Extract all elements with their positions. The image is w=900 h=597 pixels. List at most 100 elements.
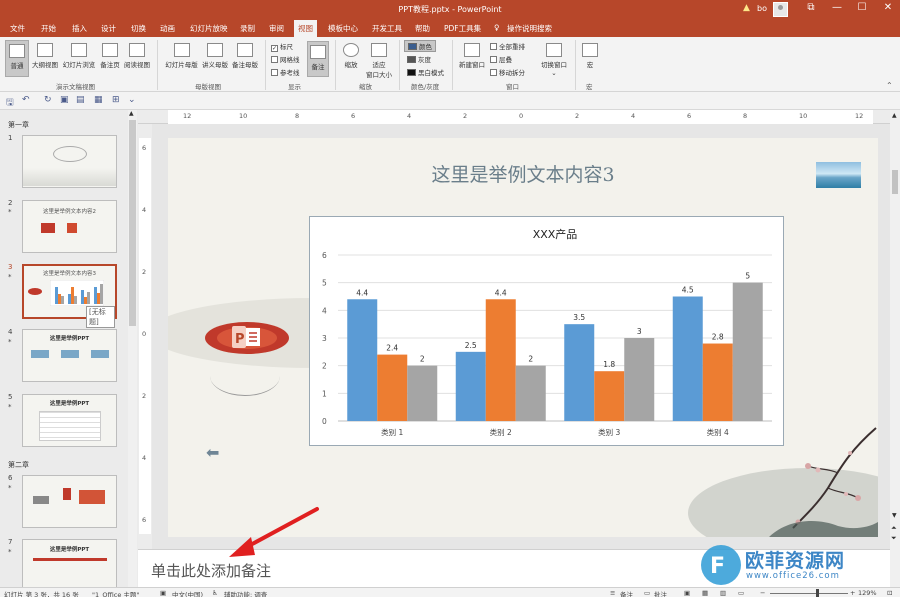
accessibility-status[interactable]: 辅助功能: 调查 xyxy=(224,589,267,597)
slide-thumbnail-5[interactable]: 这里是举例PPT xyxy=(22,394,117,447)
tab-insert[interactable]: 插入 xyxy=(72,23,87,34)
slide-editing-area[interactable]: 这里是举例文本内容3 P ⬅ XXX产品 0 1 2 3 4 5 6 4.4 2.4 2 类别 1 2.… xyxy=(152,124,890,549)
fit-slide-icon[interactable]: ⊡ xyxy=(887,589,892,597)
thumbnail-scroll-thumb[interactable] xyxy=(129,120,136,326)
horizontal-ruler[interactable]: 12 10 8 6 4 2 0 2 4 6 8 10 12 xyxy=(138,110,890,124)
zoom-slider-thumb[interactable] xyxy=(816,589,819,597)
tab-pdf-tools[interactable]: PDF工具集 xyxy=(444,23,481,34)
slide-sorter-button[interactable]: 幻灯片浏览 xyxy=(61,43,97,69)
slide-thumbnail-3[interactable]: 这里是举例文本内容3 [无标题] xyxy=(22,264,117,328)
customize-qat-icon[interactable]: ⌄ xyxy=(128,95,136,105)
notes-toggle-button[interactable]: 备注 xyxy=(307,41,329,77)
spellcheck-icon[interactable]: ▣ xyxy=(160,589,166,597)
reading-view-status-icon[interactable]: ▥ xyxy=(720,589,726,597)
move-split-button[interactable]: 移动拆分 xyxy=(490,67,525,77)
normal-view-button[interactable]: 普通 xyxy=(5,40,29,77)
gridlines-checkbox[interactable]: 网格线 xyxy=(271,54,300,64)
slide-thumbnail-4[interactable]: 这里是举例PPT xyxy=(22,329,117,382)
present-icon[interactable]: ⊞ xyxy=(112,95,120,105)
group-label-masters: 母版视图 xyxy=(195,83,221,91)
notes-page-button[interactable]: 备注页 xyxy=(98,43,122,69)
start-slideshow-icon[interactable]: ▣ xyxy=(60,95,69,105)
slide-thumbnail-7[interactable]: 这里是举例PPT xyxy=(22,539,117,587)
minimize-button[interactable]: — xyxy=(826,2,848,13)
vertical-scrollbar[interactable]: ▲ ▼ ⏶ ⏷ xyxy=(890,110,900,587)
bar xyxy=(624,338,655,421)
zoom-slider[interactable] xyxy=(770,593,848,594)
comments-button[interactable]: 批注 xyxy=(654,589,667,597)
tab-view[interactable]: 视图 xyxy=(294,20,317,37)
scroll-down-icon[interactable]: ▼ xyxy=(892,512,897,519)
slide-thumbnail-2[interactable]: 这里是举例文本内容2 xyxy=(22,200,117,253)
outline-view-button[interactable]: 大纲视图 xyxy=(31,43,59,69)
collapse-ribbon-icon[interactable]: ⌃ xyxy=(886,81,893,90)
cascade-button[interactable]: 层叠 xyxy=(490,54,512,64)
data-label: 2 xyxy=(420,355,425,364)
current-slide[interactable]: 这里是举例文本内容3 P ⬅ XXX产品 0 1 2 3 4 5 6 4.4 2.4 2 类别 1 2.… xyxy=(168,138,878,537)
fit-to-window-button[interactable]: 适应 窗口大小 xyxy=(364,43,394,79)
guides-checkbox[interactable]: 参考线 xyxy=(271,67,300,77)
switch-window-button[interactable]: 切换窗口 ⌄ xyxy=(538,43,570,77)
vertical-ruler[interactable]: 6 4 2 0 2 4 6 xyxy=(138,124,152,549)
zoom-button[interactable]: 缩放 xyxy=(340,43,362,69)
undo-icon[interactable]: ↶ xyxy=(22,95,30,105)
macro-button[interactable]: 宏 xyxy=(580,43,600,69)
warning-icon[interactable]: ▲ xyxy=(743,3,750,13)
tab-template-center[interactable]: 模板中心 xyxy=(328,23,358,34)
normal-view-status-icon[interactable]: ▣ xyxy=(684,589,690,597)
previous-slide-icon[interactable]: ⏶ xyxy=(891,524,897,533)
ribbon-display-icon[interactable]: ⧉ xyxy=(800,2,822,13)
svg-text:P: P xyxy=(235,332,245,347)
sorter-view-status-icon[interactable]: ▦ xyxy=(702,589,708,597)
tab-record[interactable]: 录制 xyxy=(240,23,255,34)
tab-help[interactable]: 帮助 xyxy=(415,23,430,34)
section-header[interactable]: 第二章 xyxy=(8,460,29,470)
slide-title[interactable]: 这里是举例文本内容3 xyxy=(168,160,878,187)
layout-icon[interactable]: ▤ xyxy=(76,95,85,105)
grayscale-button[interactable]: 灰度 xyxy=(407,54,431,64)
table-icon[interactable]: ▦ xyxy=(94,95,103,105)
tab-design[interactable]: 设计 xyxy=(101,23,116,34)
redo-icon[interactable]: ↻ xyxy=(44,95,52,105)
language[interactable]: 中文(中国) xyxy=(172,589,203,597)
back-arrow-icon[interactable]: ⬅ xyxy=(206,445,228,461)
slide-master-button[interactable]: 幻灯片母版 xyxy=(163,43,200,69)
maximize-button[interactable]: ☐ xyxy=(851,2,873,13)
arrange-all-button[interactable]: 全部重排 xyxy=(490,41,525,51)
tab-file[interactable]: 文件 xyxy=(10,23,25,34)
tab-review[interactable]: 审阅 xyxy=(269,23,284,34)
accessibility-icon[interactable]: ♿ xyxy=(212,589,218,597)
avatar[interactable] xyxy=(773,2,788,17)
color-mode-button[interactable]: 颜色 xyxy=(404,40,436,52)
tab-transitions[interactable]: 切换 xyxy=(131,23,146,34)
zoom-level[interactable]: 129% xyxy=(858,589,877,597)
thumbnail-scrollbar[interactable]: ▲ xyxy=(128,110,137,587)
new-window-button[interactable]: 新建窗口 xyxy=(457,43,487,69)
black-white-button[interactable]: 黑白模式 xyxy=(407,67,444,77)
slide-thumbnail-1[interactable] xyxy=(22,135,117,188)
close-button[interactable]: ✕ xyxy=(877,2,899,13)
scroll-thumb[interactable] xyxy=(892,170,898,194)
tab-developer[interactable]: 开发工具 xyxy=(372,23,402,34)
zoom-in-icon[interactable]: + xyxy=(850,589,855,597)
zoom-out-icon[interactable]: − xyxy=(760,589,765,597)
beach-photo[interactable] xyxy=(816,162,861,188)
slide-thumbnail-6[interactable] xyxy=(22,475,117,528)
slideshow-status-icon[interactable]: ▭ xyxy=(738,589,744,597)
section-header[interactable]: 第一章 xyxy=(8,120,29,130)
ruler-checkbox[interactable]: ✓ 标尺 xyxy=(271,41,293,52)
tab-home[interactable]: 开始 xyxy=(41,23,56,34)
scroll-up-icon[interactable]: ▲ xyxy=(892,112,897,119)
notes-master-button[interactable]: 备注母版 xyxy=(230,43,260,69)
bar xyxy=(407,365,438,421)
scroll-up-icon[interactable]: ▲ xyxy=(129,110,134,117)
tab-slideshow[interactable]: 幻灯片放映 xyxy=(190,23,228,34)
user-name[interactable]: bo xyxy=(757,4,767,13)
bar-chart[interactable]: XXX产品 0 1 2 3 4 5 6 4.4 2.4 2 类别 1 2.5 4.4 2 类别 2 3.5 1.8… xyxy=(309,216,784,446)
reading-view-button[interactable]: 阅读视图 xyxy=(122,43,152,69)
notes-status-button[interactable]: 备注 xyxy=(620,589,633,597)
save-icon[interactable]: 🖫 xyxy=(6,95,14,111)
tell-me-search[interactable]: 操作说明搜索 xyxy=(507,23,552,34)
tab-animations[interactable]: 动画 xyxy=(160,23,175,34)
handout-master-button[interactable]: 讲义母版 xyxy=(201,43,229,69)
